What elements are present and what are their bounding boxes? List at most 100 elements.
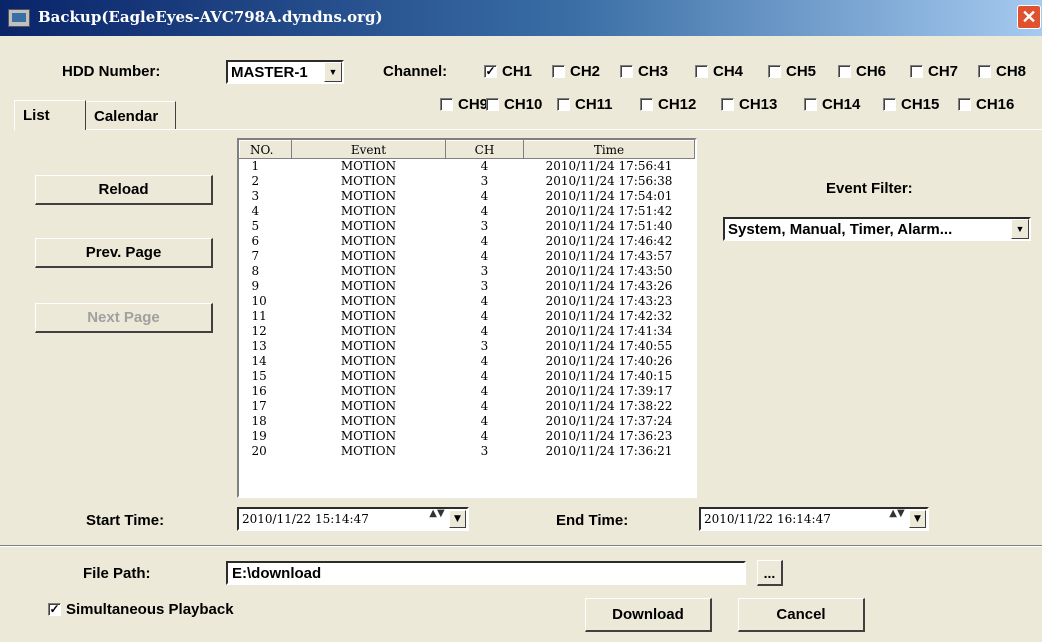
channel-checkbox-ch7[interactable]: CH7 <box>910 63 958 80</box>
checkbox-box[interactable] <box>557 98 570 111</box>
channel-checkbox-ch10[interactable]: CH10 <box>486 96 542 113</box>
row-event: MOTION <box>340 249 397 263</box>
table-row[interactable]: 5 MOTION 3 2010/11/24 17:51:40 <box>240 219 695 234</box>
event-table[interactable]: NO. Event CH Time 1 MOTION 4 2010/11/24 17:… <box>237 138 697 498</box>
checkbox-box[interactable] <box>804 98 817 111</box>
event-filter-value: System, Manual, Timer, Alarm... <box>728 221 953 238</box>
row-event: MOTION <box>340 189 397 203</box>
reload-button[interactable]: Reload <box>35 175 213 205</box>
checkbox-box[interactable] <box>910 65 923 78</box>
hdd-number-select[interactable]: MASTER-1 ▼ <box>226 60 344 84</box>
row-ch: 4 <box>480 414 489 428</box>
chevron-down-icon[interactable]: ▼ <box>324 62 342 82</box>
close-button[interactable]: ✕ <box>1017 5 1041 29</box>
checkbox-box[interactable]: ✓ <box>484 65 497 78</box>
table-row[interactable]: 6 MOTION 4 2010/11/24 17:46:42 <box>240 234 695 249</box>
chevron-down-icon[interactable]: ▼ <box>909 510 926 528</box>
title-bar[interactable]: Backup(EagleEyes-AVC798A.dyndns.org) ✕ <box>0 0 1042 36</box>
tab-list[interactable]: List <box>14 100 86 130</box>
table-row[interactable]: 1 MOTION 4 2010/11/24 17:56:41 <box>240 159 695 175</box>
checkbox-box[interactable] <box>552 65 565 78</box>
checkbox-box[interactable] <box>440 98 453 111</box>
channel-label: CH14 <box>822 96 861 113</box>
start-time-picker[interactable]: 2010/11/22 15:14:47 ▲▼ ▼ <box>237 507 469 531</box>
checkbox-box[interactable] <box>883 98 896 111</box>
table-row[interactable]: 13 MOTION 3 2010/11/24 17:40:55 <box>240 339 695 354</box>
row-event: MOTION <box>340 174 397 188</box>
cancel-button[interactable]: Cancel <box>738 598 865 632</box>
channel-checkbox-ch11[interactable]: CH11 <box>557 96 613 113</box>
tab-calendar[interactable]: Calendar <box>86 101 176 129</box>
channel-checkbox-ch16[interactable]: CH16 <box>958 96 1014 113</box>
channel-checkbox-ch9[interactable]: CH9 <box>440 96 488 113</box>
channel-checkbox-ch8[interactable]: CH8 <box>978 63 1026 80</box>
spin-updown-icon[interactable]: ▲▼ <box>427 509 447 528</box>
row-time: 2010/11/24 17:38:22 <box>545 399 673 413</box>
browse-button[interactable]: ... <box>757 560 783 586</box>
channel-label: CH11 <box>575 96 613 113</box>
row-no: 2 <box>251 174 260 188</box>
checkbox-box[interactable] <box>768 65 781 78</box>
table-row[interactable]: 14 MOTION 4 2010/11/24 17:40:26 <box>240 354 695 369</box>
checkbox-box[interactable]: ✓ <box>48 603 61 616</box>
table-row[interactable]: 11 MOTION 4 2010/11/24 17:42:32 <box>240 309 695 324</box>
column-header-time[interactable]: Time <box>523 140 695 159</box>
channel-checkbox-ch4[interactable]: CH4 <box>695 63 743 80</box>
table-row[interactable]: 17 MOTION 4 2010/11/24 17:38:22 <box>240 399 695 414</box>
channel-checkbox-ch14[interactable]: CH14 <box>804 96 860 113</box>
table-row[interactable]: 12 MOTION 4 2010/11/24 17:41:34 <box>240 324 695 339</box>
table-row[interactable]: 15 MOTION 4 2010/11/24 17:40:15 <box>240 369 695 384</box>
column-header-event[interactable]: Event <box>291 140 446 159</box>
row-no: 8 <box>251 264 260 278</box>
channel-checkbox-ch13[interactable]: CH13 <box>721 96 777 113</box>
checkbox-box[interactable] <box>486 98 499 111</box>
row-time: 2010/11/24 17:51:42 <box>545 204 673 218</box>
channel-checkbox-ch5[interactable]: CH5 <box>768 63 816 80</box>
channel-checkbox-ch2[interactable]: CH2 <box>552 63 600 80</box>
checkbox-box[interactable] <box>695 65 708 78</box>
table-row[interactable]: 9 MOTION 3 2010/11/24 17:43:26 <box>240 279 695 294</box>
checkbox-box[interactable] <box>958 98 971 111</box>
divider <box>0 545 1042 547</box>
table-row[interactable]: 8 MOTION 3 2010/11/24 17:43:50 <box>240 264 695 279</box>
column-header-no[interactable]: NO. <box>239 140 292 159</box>
simultaneous-playback-label: Simultaneous Playback <box>66 601 234 618</box>
table-row[interactable]: 7 MOTION 4 2010/11/24 17:43:57 <box>240 249 695 264</box>
channel-checkbox-ch12[interactable]: CH12 <box>640 96 696 113</box>
table-row[interactable]: 10 MOTION 4 2010/11/24 17:43:23 <box>240 294 695 309</box>
chevron-down-icon[interactable]: ▼ <box>1011 219 1029 239</box>
row-event: MOTION <box>340 279 397 293</box>
channel-label: Channel: <box>383 63 448 80</box>
simultaneous-playback-checkbox[interactable]: ✓ Simultaneous Playback <box>48 601 234 618</box>
table-row[interactable]: 2 MOTION 3 2010/11/24 17:56:38 <box>240 174 695 189</box>
channel-checkbox-ch6[interactable]: CH6 <box>838 63 886 80</box>
checkbox-box[interactable] <box>721 98 734 111</box>
table-row[interactable]: 19 MOTION 4 2010/11/24 17:36:23 <box>240 429 695 444</box>
checkbox-box[interactable] <box>838 65 851 78</box>
row-no: 1 <box>251 159 260 173</box>
channel-label: CH4 <box>713 63 744 80</box>
row-event: MOTION <box>340 264 397 278</box>
table-row[interactable]: 20 MOTION 3 2010/11/24 17:36:21 <box>240 444 695 459</box>
column-header-ch[interactable]: CH <box>445 140 524 159</box>
window-title: Backup(EagleEyes-AVC798A.dyndns.org) <box>38 8 383 26</box>
spin-updown-icon[interactable]: ▲▼ <box>887 509 907 528</box>
row-time: 2010/11/24 17:40:15 <box>545 369 673 383</box>
event-filter-select[interactable]: System, Manual, Timer, Alarm... ▼ <box>723 217 1031 241</box>
checkbox-box[interactable] <box>620 65 633 78</box>
end-time-picker[interactable]: 2010/11/22 16:14:47 ▲▼ ▼ <box>699 507 929 531</box>
channel-checkbox-ch15[interactable]: CH15 <box>883 96 939 113</box>
table-row[interactable]: 4 MOTION 4 2010/11/24 17:51:42 <box>240 204 695 219</box>
download-button[interactable]: Download <box>585 598 712 632</box>
channel-checkbox-ch3[interactable]: CH3 <box>620 63 668 80</box>
checkbox-box[interactable] <box>640 98 653 111</box>
prev-page-button[interactable]: Prev. Page <box>35 238 213 268</box>
channel-checkbox-ch1[interactable]: ✓ CH1 <box>484 63 532 80</box>
chevron-down-icon[interactable]: ▼ <box>449 510 466 528</box>
checkbox-box[interactable] <box>978 65 991 78</box>
row-no: 11 <box>251 309 267 323</box>
table-row[interactable]: 3 MOTION 4 2010/11/24 17:54:01 <box>240 189 695 204</box>
table-row[interactable]: 18 MOTION 4 2010/11/24 17:37:24 <box>240 414 695 429</box>
table-row[interactable]: 16 MOTION 4 2010/11/24 17:39:17 <box>240 384 695 399</box>
file-path-input[interactable]: E:\download <box>226 561 746 585</box>
